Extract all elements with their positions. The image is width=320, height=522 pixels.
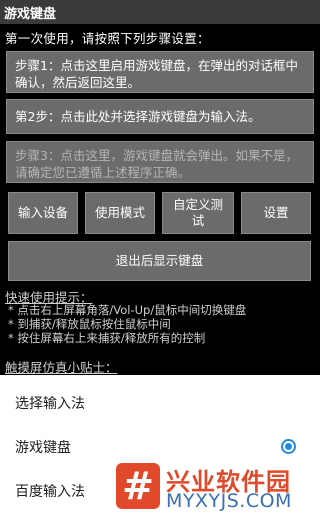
input-device-button[interactable]: 输入设备	[8, 192, 78, 234]
step-2-button[interactable]: 第2步：点击此处并选择游戏键盘为输入法。	[6, 99, 314, 134]
custom-test-label: 自定义测试	[172, 197, 223, 228]
usage-mode-label: 使用模式	[94, 205, 145, 220]
option-label: 百度输入法	[15, 484, 85, 500]
watermark-url: MYXYJS.COM	[166, 490, 292, 512]
radio-selected-icon[interactable]	[281, 439, 296, 454]
sheet-title: 选择输入法	[0, 381, 320, 425]
watermark: # 兴业软件园 MYXYJS.COM	[116, 463, 316, 515]
quick-tip-item: * 到捕获/释放鼠标按住鼠标中间	[8, 317, 171, 331]
exit-show-keyboard-label: 退出后显示键盘	[115, 253, 204, 268]
quick-tip-item: * 点击右上屏幕角落/Vol-Up/鼠标中间切换键盘	[8, 303, 247, 317]
quick-tips-list: * 点击右上屏幕角落/Vol-Up/鼠标中间切换键盘 * 到捕获/释放鼠标按住鼠…	[8, 303, 246, 345]
option-label: 游戏键盘	[15, 440, 71, 456]
settings-button[interactable]: 设置	[241, 192, 311, 234]
usage-mode-button[interactable]: 使用模式	[85, 192, 155, 234]
quick-tip-item: * 按住屏幕右上来捕获/释放所有的控制	[8, 331, 206, 345]
sim-tips-title: 触摸屏仿真小贴士：	[5, 360, 118, 375]
step-3-button[interactable]: 步骤3：点击这里，游戏键盘就会弹出。如果不是，请确定您已遵循上述程序正确。	[6, 141, 314, 183]
custom-test-button[interactable]: 自定义测试	[162, 192, 234, 234]
step-1-button[interactable]: 步骤1：点击这里启用游戏键盘，在弹出的对话框中确认，然后返回这里。	[6, 51, 314, 93]
intro-text: 第一次使用，请按照下列步骤设置：	[5, 31, 210, 46]
watermark-logo-icon: #	[116, 463, 160, 509]
input-device-label: 输入设备	[17, 205, 68, 220]
exit-show-keyboard-button[interactable]: 退出后显示键盘	[8, 241, 311, 281]
sheet-title-text: 选择输入法	[15, 396, 85, 412]
settings-label: 设置	[263, 205, 289, 220]
title-bar: 游戏键盘	[0, 0, 320, 24]
app-title: 游戏键盘	[4, 7, 57, 22]
